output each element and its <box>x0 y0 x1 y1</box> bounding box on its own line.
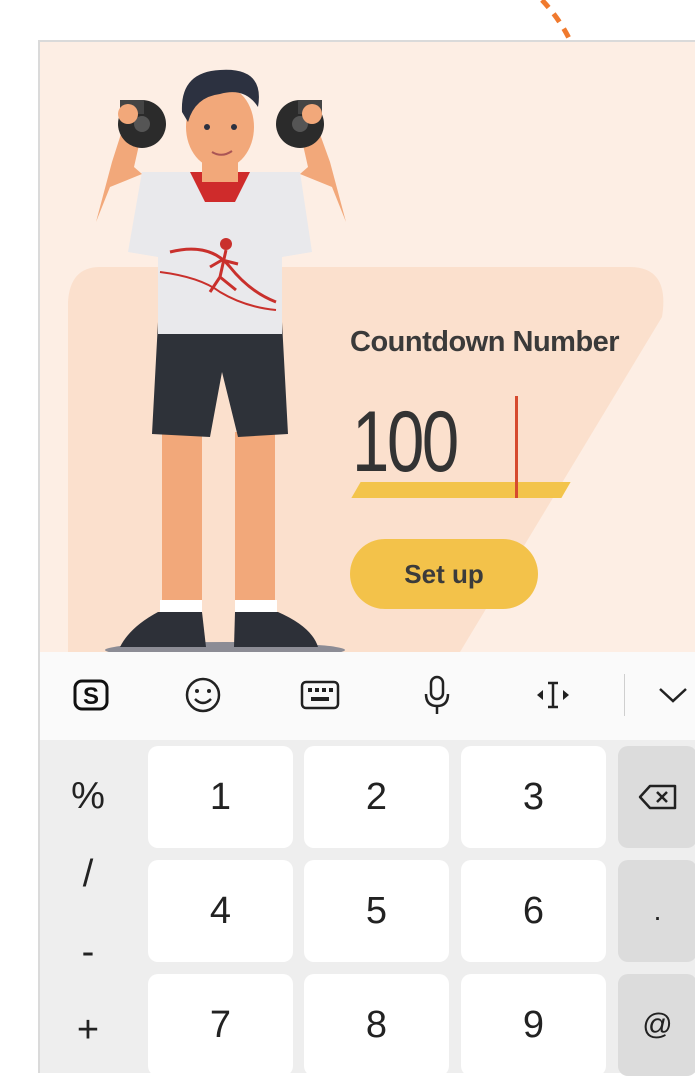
athlete-illustration <box>96 69 346 652</box>
key-2[interactable]: 2 <box>304 746 449 848</box>
toolbar-divider <box>624 674 625 716</box>
key-8[interactable]: 8 <box>304 974 449 1076</box>
key-minus[interactable]: - <box>40 926 136 978</box>
key-3[interactable]: 3 <box>461 746 606 848</box>
countdown-card: Countdown Number 100 Set up <box>38 40 695 652</box>
key-6[interactable]: 6 <box>461 860 606 962</box>
chevron-down-icon[interactable] <box>648 670 695 720</box>
key-slash[interactable]: / <box>40 848 136 900</box>
backspace-icon <box>638 784 676 810</box>
emoji-icon[interactable] <box>178 670 228 720</box>
key-percent[interactable]: % <box>40 770 136 822</box>
backspace-key[interactable] <box>618 746 695 848</box>
key-at[interactable]: @ <box>618 974 695 1076</box>
keyboard-toolbar: S <box>38 652 695 740</box>
key-1[interactable]: 1 <box>148 746 293 848</box>
key-dot[interactable]: . <box>618 860 695 962</box>
text-caret <box>515 396 518 498</box>
countdown-value: 100 <box>352 394 459 490</box>
svg-text:S: S <box>83 683 99 710</box>
keyboard-icon[interactable] <box>295 670 345 720</box>
sogou-logo-icon[interactable]: S <box>66 670 116 720</box>
key-9[interactable]: 9 <box>461 974 606 1076</box>
numeric-keyboard: % / - + 1 2 3 4 5 6 . 7 8 9 @ <box>38 740 695 1076</box>
key-7[interactable]: 7 <box>148 974 293 1076</box>
key-plus[interactable]: + <box>40 1004 136 1056</box>
key-5[interactable]: 5 <box>304 860 449 962</box>
key-4[interactable]: 4 <box>148 860 293 962</box>
microphone-icon[interactable] <box>412 670 462 720</box>
countdown-title: Countdown Number <box>350 326 620 358</box>
cursor-move-icon[interactable] <box>528 670 578 720</box>
countdown-input[interactable]: 100 <box>351 382 572 502</box>
setup-button[interactable]: Set up <box>350 539 538 609</box>
